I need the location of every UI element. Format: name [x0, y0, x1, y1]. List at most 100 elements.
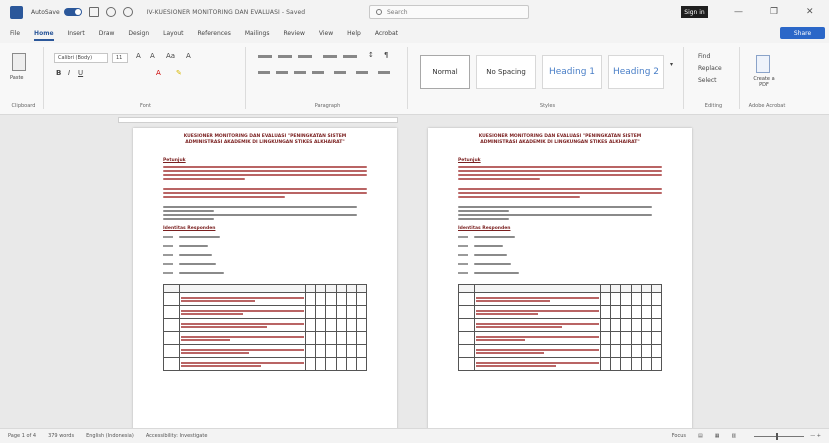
list-item	[458, 234, 662, 240]
list-item	[163, 270, 367, 276]
styles-scroll-icon[interactable]: ▾	[670, 61, 673, 68]
style-normal[interactable]: Normal	[420, 55, 470, 89]
search-input[interactable]: Search	[369, 5, 529, 19]
page-1-section-identity: Identitas Responden	[163, 226, 216, 231]
style-heading-1[interactable]: Heading 1	[542, 55, 602, 89]
horizontal-ruler[interactable]	[118, 117, 398, 123]
document-page-1[interactable]: KUESIONER MONITORING DAN EVALUASI "PENIN…	[133, 128, 397, 428]
increase-indent-icon[interactable]	[343, 55, 357, 58]
page-1-title-line-2: ADMINISTRASI AKADEMIK DI LINGKUNGAN STIK…	[185, 140, 345, 145]
paste-icon[interactable]	[12, 53, 26, 71]
font-grow-icon[interactable]: A	[136, 52, 141, 60]
adobe-label: Adobe Acrobat	[748, 103, 786, 109]
align-center-icon[interactable]	[276, 71, 288, 74]
menu-design[interactable]: Design	[128, 30, 149, 37]
style-heading-2[interactable]: Heading 2	[608, 55, 664, 89]
zoom-thumb[interactable]	[776, 432, 779, 440]
list-item	[163, 252, 367, 258]
menu-home[interactable]: Home	[34, 30, 54, 41]
select-button[interactable]: Select	[698, 77, 717, 84]
font-size-select[interactable]: 11	[112, 53, 128, 63]
shading-icon[interactable]	[356, 71, 368, 74]
web-layout-icon[interactable]: ▥	[731, 433, 736, 439]
text-line	[458, 192, 662, 194]
multilevel-icon[interactable]	[298, 55, 312, 58]
zoom-slider[interactable]	[754, 432, 805, 440]
focus-button[interactable]: Focus	[672, 433, 686, 439]
close-button[interactable]: ✕	[806, 7, 814, 17]
status-right: Focus ▤ ▦ ▥ — +	[672, 432, 821, 440]
decrease-indent-icon[interactable]	[323, 55, 337, 58]
bold-icon[interactable]: B	[56, 69, 61, 77]
font-color-icon[interactable]: A	[156, 69, 161, 77]
menu-file[interactable]: File	[10, 30, 20, 37]
clipboard-label: Clipboard	[11, 103, 36, 109]
read-mode-icon[interactable]: ▤	[698, 433, 703, 439]
paragraph-label: Paragraph	[314, 103, 341, 109]
align-right-icon[interactable]	[294, 71, 306, 74]
borders-icon[interactable]	[378, 71, 390, 74]
font-shrink-icon[interactable]: A	[150, 52, 155, 60]
menu-mailings[interactable]: Mailings	[245, 30, 270, 37]
page-2-section-intro: Petunjuk	[458, 158, 481, 163]
restore-button[interactable]: ❐	[770, 7, 778, 17]
find-button[interactable]: Find	[698, 53, 710, 60]
italic-icon[interactable]: I	[68, 69, 70, 77]
menu-acrobat[interactable]: Acrobat	[375, 30, 398, 37]
change-case-icon[interactable]: Aa	[166, 52, 175, 60]
print-layout-icon[interactable]: ▦	[715, 433, 720, 439]
clear-format-icon[interactable]: A	[186, 52, 191, 60]
minimize-button[interactable]: —	[734, 7, 743, 17]
style-no-spacing[interactable]: No Spacing	[476, 55, 536, 89]
language-status[interactable]: English (Indonesia)	[86, 433, 134, 439]
editing-label: Editing	[704, 103, 723, 109]
numbering-icon[interactable]	[278, 55, 292, 58]
page-count[interactable]: Page 1 of 4	[8, 433, 36, 439]
undo-icon[interactable]	[105, 7, 116, 17]
menu-layout[interactable]: Layout	[163, 30, 183, 37]
menu-draw[interactable]: Draw	[99, 30, 115, 37]
sort-icon[interactable]: ↕	[368, 51, 374, 59]
list-item	[458, 261, 662, 267]
zoom-controls[interactable]: — +	[810, 433, 821, 439]
save-icon[interactable]	[88, 7, 99, 17]
menu-review[interactable]: Review	[283, 30, 304, 37]
sign-in-button[interactable]: Sign in	[681, 6, 708, 18]
page-1-section-intro: Petunjuk	[163, 158, 186, 163]
replace-button[interactable]: Replace	[698, 65, 722, 72]
table-row	[457, 318, 663, 332]
text-line	[163, 196, 286, 198]
word-count[interactable]: 379 words	[48, 433, 74, 439]
font-label: Font	[140, 103, 151, 109]
text-line	[163, 206, 357, 208]
text-line	[163, 214, 357, 216]
autosave-toggle[interactable]	[63, 8, 82, 16]
accessibility-status[interactable]: Accessibility: Investigate	[146, 433, 208, 439]
page-1-title: KUESIONER MONITORING DAN EVALUASI "PENIN…	[163, 134, 367, 146]
menu-help[interactable]: Help	[347, 30, 361, 37]
highlight-icon[interactable]: ✎	[176, 69, 182, 77]
font-name-select[interactable]: Calibri (Body)	[54, 53, 108, 63]
align-left-icon[interactable]	[258, 71, 270, 74]
line-spacing-icon[interactable]	[334, 71, 346, 74]
menu-view[interactable]: View	[319, 30, 333, 37]
menu-insert[interactable]: Insert	[68, 30, 85, 37]
table-row	[457, 305, 663, 319]
text-line	[163, 188, 367, 190]
create-pdf-icon[interactable]	[756, 55, 770, 73]
font-group: Calibri (Body) 11 B I U A A Aa A A ✎ Fon…	[46, 47, 246, 109]
menu-bar: File Home Insert Draw Design Layout Refe…	[0, 24, 829, 43]
styles-group: Normal No Spacing Heading 1 Heading 2 ▾ …	[412, 47, 684, 109]
table-row	[457, 344, 663, 358]
bullets-icon[interactable]	[258, 55, 272, 58]
redo-icon[interactable]	[122, 7, 133, 17]
paragraph-group: ↕ ¶ Paragraph	[248, 47, 408, 109]
pilcrow-icon[interactable]: ¶	[384, 51, 388, 59]
document-page-2[interactable]: KUESIONER MONITORING DAN EVALUASI "PENIN…	[428, 128, 692, 428]
list-item	[458, 243, 662, 249]
share-button[interactable]: Share	[780, 27, 825, 39]
justify-icon[interactable]	[312, 71, 324, 74]
menu-references[interactable]: References	[198, 30, 231, 37]
document-area[interactable]: KUESIONER MONITORING DAN EVALUASI "PENIN…	[0, 125, 829, 428]
underline-icon[interactable]: U	[78, 69, 83, 77]
